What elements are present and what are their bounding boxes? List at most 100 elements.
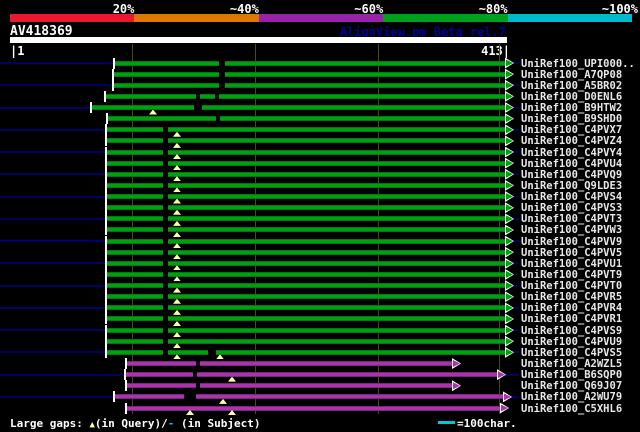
hit-arrowhead-fill xyxy=(506,293,513,301)
hit-arrowhead-fill xyxy=(453,360,460,367)
start-tick xyxy=(104,246,107,258)
start-tick xyxy=(104,291,107,303)
subject-gap-mark xyxy=(163,327,168,333)
legend-gaps-mid: (in Query)/ xyxy=(94,417,168,430)
start-tick xyxy=(104,135,107,147)
hit-bar[interactable] xyxy=(126,383,452,389)
alignview-screen: 20% ~40% ~60% ~80% ~100% AV418369 AlignView.… xyxy=(0,0,640,432)
query-gap-triangle xyxy=(173,243,181,249)
query-gap-triangle xyxy=(173,354,181,360)
hit-arrowhead-fill xyxy=(506,248,513,256)
hit-bar[interactable] xyxy=(107,116,505,122)
scale-label: ~80% xyxy=(478,2,508,16)
query-gap-triangle xyxy=(173,187,181,193)
hit-arrowhead xyxy=(505,268,514,280)
hit-arrowhead xyxy=(505,157,514,169)
hit-arrowhead-fill xyxy=(506,193,513,201)
hit-arrowhead-fill xyxy=(506,126,513,134)
hit-arrowhead xyxy=(500,402,509,414)
query-gap-triangle xyxy=(173,198,181,204)
scale-label: ~60% xyxy=(354,2,384,16)
query-gap-triangle xyxy=(173,276,181,282)
hit-arrowhead-fill xyxy=(506,148,513,156)
hit-arrowhead xyxy=(505,202,514,214)
hit-arrowhead xyxy=(505,302,514,314)
hit-arrowhead xyxy=(505,90,514,102)
hit-arrowhead-fill xyxy=(506,259,513,267)
start-tick xyxy=(123,369,126,381)
hit-arrowhead xyxy=(505,235,514,247)
query-gap-triangle xyxy=(173,343,181,349)
hit-arrowhead xyxy=(505,113,514,125)
hit-arrowhead xyxy=(505,313,514,325)
subject-gap-mark xyxy=(219,82,225,88)
scale-label: ~40% xyxy=(229,2,259,16)
hit-arrowhead xyxy=(505,79,514,91)
subject-gap-mark xyxy=(163,349,168,355)
legend-gaps-suffix: (in Subject) xyxy=(174,417,261,430)
hit-arrowhead-fill xyxy=(506,237,513,245)
subject-gap-mark xyxy=(163,316,168,322)
subject-gap-mark xyxy=(208,349,216,355)
subject-gap-mark xyxy=(163,149,168,155)
hit-label[interactable]: UniRef100_C5XHL6 xyxy=(521,403,622,415)
query-gap-triangle xyxy=(173,231,181,237)
query-gap-triangle xyxy=(173,131,181,137)
hit-bar[interactable] xyxy=(113,82,505,88)
hit-arrowhead xyxy=(452,358,461,369)
subject-gap-mark xyxy=(163,271,168,277)
subject-gap-mark xyxy=(163,294,168,300)
start-tick xyxy=(124,380,127,392)
start-tick xyxy=(105,113,108,125)
hit-arrowhead-fill xyxy=(501,404,508,412)
subject-gap-mark xyxy=(184,394,196,400)
query-gap-triangle xyxy=(219,398,227,404)
hit-arrowhead xyxy=(505,213,514,225)
scale-label: ~100% xyxy=(601,2,638,16)
hit-row: UniRef100_C5XHL6 xyxy=(0,402,640,416)
query-gap-triangle xyxy=(173,176,181,182)
hit-bar[interactable] xyxy=(105,93,505,99)
hit-arrowhead-fill xyxy=(506,59,513,67)
hit-arrowhead-fill xyxy=(506,326,513,334)
hit-bar[interactable] xyxy=(126,361,452,366)
hit-arrowhead xyxy=(505,291,514,303)
hit-bar[interactable] xyxy=(113,71,505,77)
hit-arrowhead-fill xyxy=(506,215,513,223)
hit-arrowhead-fill xyxy=(506,304,513,312)
hit-bar[interactable] xyxy=(125,372,497,378)
start-tick xyxy=(112,391,115,403)
subject-gap-mark xyxy=(163,338,168,344)
start-tick xyxy=(104,346,107,358)
subject-gap-mark xyxy=(163,249,168,255)
start-tick xyxy=(104,179,107,191)
subject-gap-mark xyxy=(216,116,220,122)
hit-arrowhead xyxy=(505,224,514,236)
query-gap-triangle xyxy=(173,320,181,326)
hit-bar[interactable] xyxy=(114,60,505,66)
start-tick xyxy=(104,213,107,225)
start-tick xyxy=(104,157,107,169)
query-gap-triangle xyxy=(173,298,181,304)
query-gap-triangle xyxy=(173,154,181,160)
subject-gap-mark xyxy=(196,383,200,389)
start-tick xyxy=(104,202,107,214)
subject-gap-mark xyxy=(163,171,168,177)
start-tick xyxy=(104,280,107,292)
hit-arrowhead-fill xyxy=(506,92,513,100)
subject-gap-mark xyxy=(163,305,168,311)
query-bar xyxy=(10,37,507,43)
hit-arrowhead xyxy=(505,324,514,336)
hit-bar[interactable] xyxy=(114,394,503,400)
legend-large-gaps: Large gaps: ▲(in Query)/- (in Subject) xyxy=(10,417,260,430)
hit-arrowhead-fill xyxy=(506,170,513,178)
query-gap-triangle xyxy=(173,309,181,315)
hit-arrowhead xyxy=(505,280,514,292)
hit-bar[interactable] xyxy=(126,405,500,411)
hit-arrowhead xyxy=(505,257,514,269)
hit-bar[interactable] xyxy=(91,105,505,111)
hit-arrowhead-fill xyxy=(504,393,511,401)
subject-gap-mark xyxy=(219,60,225,66)
hit-arrowhead xyxy=(505,102,514,114)
query-gap-triangle xyxy=(216,354,224,360)
